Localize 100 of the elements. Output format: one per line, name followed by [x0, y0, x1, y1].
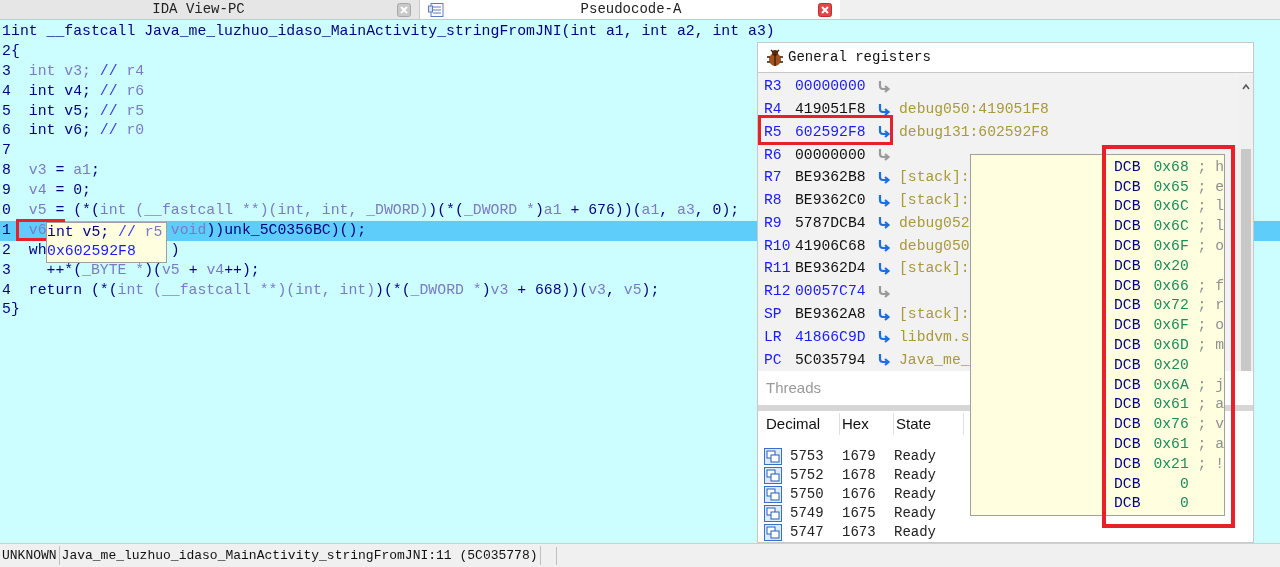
code-line: ++*(_BYTE *)(v5 + v4++);	[45, 260, 260, 280]
memory-line: DCB 0x20	[1114, 355, 1190, 375]
register-value[interactable]: 602592F8	[795, 120, 877, 143]
thread-icon	[764, 448, 782, 465]
memory-line: DCB 0x6F ; o	[1114, 316, 1224, 336]
column-header[interactable]: Decimal	[764, 412, 840, 436]
panel-title: Threads	[766, 377, 822, 398]
thread-icon	[764, 505, 782, 522]
memory-line: DCB 0x21 ; !	[1114, 454, 1224, 474]
line-number: 5	[1, 300, 11, 320]
document-icon	[428, 2, 444, 17]
register-name: R8	[764, 191, 783, 211]
curved-arrow-icon[interactable]	[877, 193, 891, 207]
register-value[interactable]: 41906C68	[795, 234, 877, 257]
line-number: 7	[1, 141, 11, 161]
curved-arrow-icon[interactable]	[877, 125, 891, 139]
line-number: 9	[1, 181, 11, 201]
table-cell-text: Ready	[894, 447, 937, 466]
register-name: R12	[764, 282, 792, 302]
code-line: v5 = (*(int (__fastcall **)(int, int, _DWORD))(*(_DWORD *)a1 + 676))(a1, a3, 0);	[27, 201, 740, 220]
curved-arrow-icon[interactable]	[877, 330, 891, 344]
register-name: R4	[764, 100, 783, 120]
code-line: int v6; // r0	[27, 121, 145, 141]
curved-arrow-icon[interactable]	[877, 216, 891, 230]
register-name: R3	[764, 77, 783, 97]
memory-line: DCB 0x6F ; o	[1114, 237, 1224, 256]
line-number: 1	[1, 220, 11, 240]
register-value[interactable]: 00000000	[795, 75, 877, 98]
panel-title: General registers	[788, 48, 931, 67]
line-number: 4	[1, 280, 11, 300]
register-name: SP	[764, 305, 783, 324]
table-cell-text: 1679	[842, 447, 877, 466]
curved-arrow-icon[interactable]	[877, 307, 891, 321]
table-cell-text: Ready	[894, 485, 937, 504]
line-number: 4	[1, 81, 11, 101]
close-icon[interactable]	[397, 2, 411, 17]
register-value[interactable]: BE9362A8	[795, 303, 877, 326]
memory-line: DCB 0x6C ; l	[1114, 217, 1224, 237]
code-line: v3 = a1;	[27, 161, 100, 181]
table-cell-text: 5752	[790, 466, 825, 485]
memory-line: DCB 0x72 ; r	[1114, 296, 1224, 316]
memory-line: DCB 0	[1114, 494, 1190, 514]
line-number: 2	[1, 41, 11, 61]
line-number: 1	[1, 22, 11, 41]
table-cell-text: 1675	[842, 504, 877, 523]
status-text: Java_me_luzhuo_idaso_MainActivity_stringFromJNI:11 (5C035778)	[59, 545, 541, 566]
table-cell-text: Ready	[894, 466, 937, 485]
memory-line: DCB 0x76 ; v	[1114, 415, 1224, 435]
memory-line: DCB 0x20	[1114, 256, 1190, 276]
memory-line: DCB 0x66 ; f	[1114, 276, 1224, 296]
register-value[interactable]: 00057C74	[795, 280, 877, 303]
code-line: int v3; // r4	[27, 61, 145, 81]
curved-arrow-icon[interactable]	[877, 170, 891, 184]
table-cell-text: 5747	[790, 523, 825, 542]
curved-arrow-icon[interactable]	[877, 262, 891, 275]
column-header[interactable]: Hex	[840, 412, 894, 436]
code-line: void))unk_5C0356BC)();	[170, 220, 367, 240]
register-value[interactable]: 5C035794	[795, 348, 877, 371]
code-line: int v5; // r5	[27, 101, 145, 121]
register-value[interactable]: 419051F8	[795, 98, 877, 121]
code-line: }	[11, 300, 20, 320]
register-value[interactable]: 41866C9D	[795, 325, 877, 348]
line-number: 3	[1, 260, 11, 280]
line-number: 5	[1, 101, 11, 121]
line-number: 8	[1, 161, 11, 181]
table-cell-text: 5753	[790, 447, 825, 466]
tooltip-text: 0x602592F8	[47, 242, 137, 261]
register-name: LR	[764, 327, 783, 347]
table-cell-text: Ready	[894, 523, 937, 542]
line-number: 3	[1, 61, 11, 81]
tab[interactable]: IDA View-PC	[0, 0, 420, 19]
register-name: R7	[764, 168, 783, 188]
register-value[interactable]: 5787DCB4	[795, 211, 877, 234]
curved-arrow-icon[interactable]	[877, 239, 891, 253]
close-icon[interactable]	[818, 2, 832, 17]
register-name: R6	[764, 145, 783, 165]
code-line: int __fastcall Java_me_luzhuo_idaso_MainActivity_stringFromJNI(int a1, int a2, int a3)	[11, 22, 775, 41]
thread-icon	[764, 467, 782, 484]
register-value[interactable]: 00000000	[795, 143, 877, 166]
curved-arrow-icon[interactable]	[877, 148, 891, 162]
memory-line: DCB 0x6D ; m	[1114, 336, 1224, 355]
table-cell-text: 1676	[842, 485, 877, 504]
register-value[interactable]: BE9362B8	[795, 166, 877, 189]
tooltip-text: int v5; // r5	[47, 223, 164, 242]
status-text: UNKNOWN	[0, 545, 60, 566]
register-value[interactable]: BE9362C0	[795, 189, 877, 212]
memory-line: DCB 0x6C ; l	[1114, 197, 1224, 217]
column-header[interactable]: State	[894, 412, 964, 436]
table-cell-text: Ready	[894, 504, 937, 523]
line-number: 6	[1, 121, 11, 141]
register-value[interactable]: BE9362D4	[795, 257, 877, 280]
register-name: R11	[764, 259, 792, 279]
curved-arrow-icon[interactable]	[877, 79, 891, 93]
curved-arrow-icon[interactable]	[877, 353, 891, 367]
register-name: R5	[764, 122, 783, 142]
table-cell-text: 1678	[842, 466, 877, 485]
curved-arrow-icon[interactable]	[877, 284, 891, 298]
memory-line: DCB 0x68 ; h	[1114, 157, 1224, 177]
curved-arrow-icon[interactable]	[877, 102, 891, 116]
tab[interactable]: Pseudocode-A	[420, 0, 840, 19]
